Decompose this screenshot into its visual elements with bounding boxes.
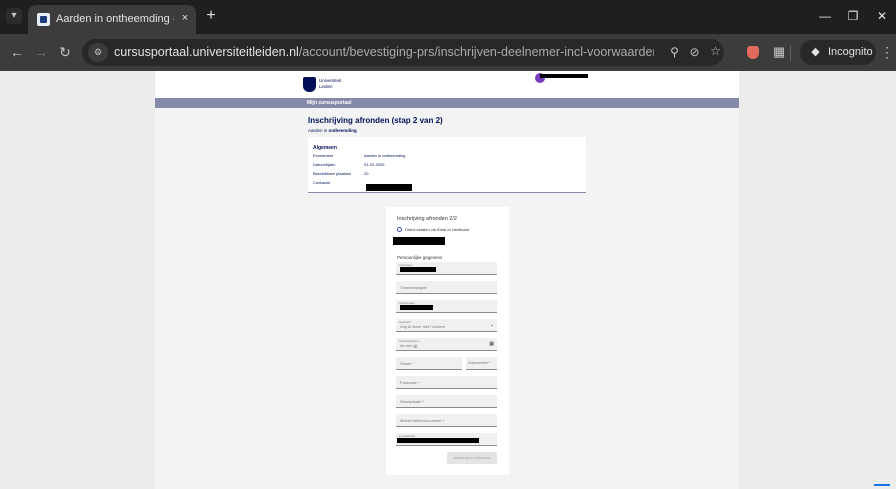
city-field[interactable]: Woonplaats * (396, 395, 497, 408)
summary-title: Algemeen (313, 145, 337, 151)
form-title: Inschrijving afronden 2/2 (397, 216, 457, 222)
field-placeholder: Mobiel telefoonnummer * (400, 418, 445, 423)
summary-value: 01-02-2025 (364, 162, 385, 167)
arrow-left-icon[interactable]: ← (8, 43, 26, 61)
incognito-icon: ◆ (811, 46, 820, 58)
favicon-icon (37, 13, 50, 26)
section-label: Persoonlijke gegevens (397, 255, 443, 260)
site-navbar: Mijn cursusportaal (155, 98, 739, 108)
restore-icon[interactable]: ❐ (843, 7, 863, 25)
breadcrumb[interactable]: Aarden in ontheemding (308, 128, 357, 133)
field-placeholder: Postcode * (400, 380, 420, 385)
close-icon[interactable]: ✕ (872, 7, 892, 25)
postcode-field[interactable]: Postcode * (396, 376, 497, 389)
address-bar[interactable]: ⚙ cursusportaal.universiteitleiden.nl/ac… (82, 39, 724, 66)
star-icon[interactable]: ☆ (707, 43, 724, 60)
close-tab-icon[interactable]: × (178, 11, 192, 25)
submit-registration-button[interactable]: Inschrijven voltooien (447, 452, 497, 464)
zoom-icon[interactable]: ⚲ (666, 44, 683, 61)
url-text[interactable]: cursusportaal.universiteitleiden.nl/acco… (114, 45, 654, 59)
chevron-down-icon[interactable]: ▾ (6, 8, 22, 24)
house-number-field[interactable]: Huisnummer * (466, 357, 497, 370)
address-row: Straat * Huisnummer * (396, 357, 497, 370)
nav-link-portal[interactable]: Mijn cursusportaal (307, 100, 351, 106)
summary-label: Evenement (313, 153, 334, 158)
page-viewport: Universiteit Leiden Mijn cursusportaal In… (0, 71, 896, 489)
summary-label: Contactor (313, 180, 331, 185)
puzzle-icon[interactable]: ▦ (770, 43, 788, 61)
incognito-badge[interactable]: ◆ Incognito (800, 40, 876, 65)
site-settings-icon[interactable]: ⚙ (88, 43, 108, 62)
page-title: Inschrijving afronden (stap 2 van 2) (308, 116, 443, 125)
new-tab-button[interactable]: + (203, 7, 219, 25)
toolbar-separator (790, 45, 791, 61)
shield-icon[interactable] (747, 46, 759, 59)
registration-form: Inschrijving afronden 2/2 Direct betalen… (386, 207, 509, 475)
field-placeholder: Tussenvoegsel (400, 285, 427, 290)
mobile-phone-field[interactable]: Mobiel telefoonnummer * (396, 414, 497, 427)
incognito-label: Incognito (828, 46, 873, 58)
field-placeholder: dd-mm-jjjj (400, 343, 418, 348)
redacted-text (393, 237, 445, 245)
redacted-value (400, 267, 436, 272)
summary-label: Beschikbare plaatsen (313, 171, 352, 176)
logo-text: Universiteit Leiden (319, 78, 342, 89)
first-name-field[interactable]: Voornaam (396, 262, 497, 275)
tab-strip: ▾ Aarden in ontheemding - Insch × + — ❐ … (0, 0, 896, 34)
leiden-seal-icon (303, 77, 316, 92)
minimize-icon[interactable]: — (815, 7, 835, 25)
field-placeholder: Straat * (400, 361, 414, 366)
field-placeholder: Woonplaats * (400, 399, 424, 404)
tab-title: Aarden in ontheemding - Insch (56, 13, 174, 25)
eye-off-icon[interactable]: ⊘ (686, 44, 703, 61)
calendar-icon[interactable]: ▦ (489, 341, 494, 347)
browser-tab[interactable]: Aarden in ontheemding - Insch × (28, 5, 196, 34)
summary-value: 20 (364, 171, 369, 176)
redacted-value (400, 305, 433, 310)
reload-icon[interactable]: ↻ (56, 43, 74, 61)
redacted-contact (366, 184, 412, 191)
birthdate-field[interactable]: Geboortedatum dd-mm-jjjj ▦ (396, 338, 497, 351)
select-value: Zeg ik liever niet / Anders (400, 324, 445, 329)
field-placeholder: Huisnummer * (468, 361, 491, 365)
redacted-value (397, 438, 479, 443)
site-header (155, 71, 739, 98)
arrow-right-icon[interactable]: → (32, 43, 50, 61)
browser-toolbar: ← → ↻ ⚙ cursusportaal.universiteitleiden… (0, 34, 896, 71)
street-field[interactable]: Straat * (396, 357, 462, 370)
last-name-field[interactable]: Achternaam (396, 300, 497, 313)
infix-field[interactable]: Tussenvoegsel (396, 281, 497, 294)
payment-radio-label: Direct betalen via iDeal of creditcard (405, 227, 470, 232)
summary-label: Datum/tijden (313, 162, 336, 167)
university-logo[interactable]: Universiteit Leiden (303, 77, 363, 94)
gender-select[interactable]: Geslacht Zeg ik liever niet / Anders ⌄ (396, 319, 497, 332)
email-field[interactable]: E-mailadres (396, 433, 497, 446)
redacted-user-name (540, 74, 588, 78)
summary-value: Aarden in ontheemding (364, 153, 406, 158)
event-summary-card: Algemeen Evenement Aarden in ontheemding… (308, 137, 586, 193)
scroll-indicator (874, 484, 890, 486)
kebab-menu-icon[interactable]: ⋮ (880, 43, 894, 61)
chevron-down-icon: ⌄ (489, 322, 494, 328)
payment-radio[interactable] (397, 227, 402, 232)
